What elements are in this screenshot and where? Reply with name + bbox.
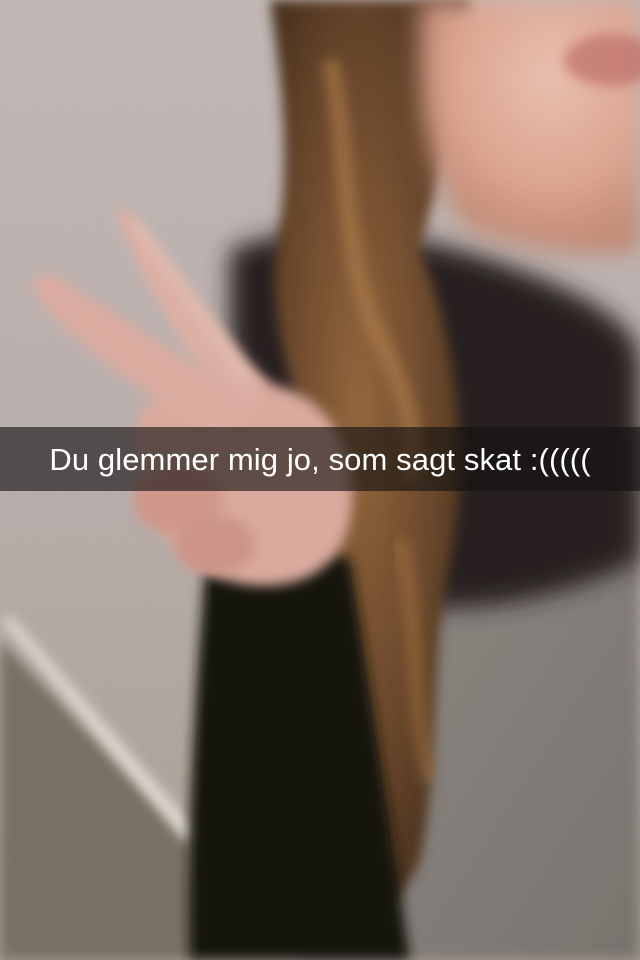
- snap-view[interactable]: Du glemmer mig jo, som sagt skat :(((((: [0, 0, 640, 960]
- caption-text: Du glemmer mig jo, som sagt skat :(((((: [49, 441, 591, 477]
- caption-bar: Du glemmer mig jo, som sagt skat :(((((: [0, 427, 640, 491]
